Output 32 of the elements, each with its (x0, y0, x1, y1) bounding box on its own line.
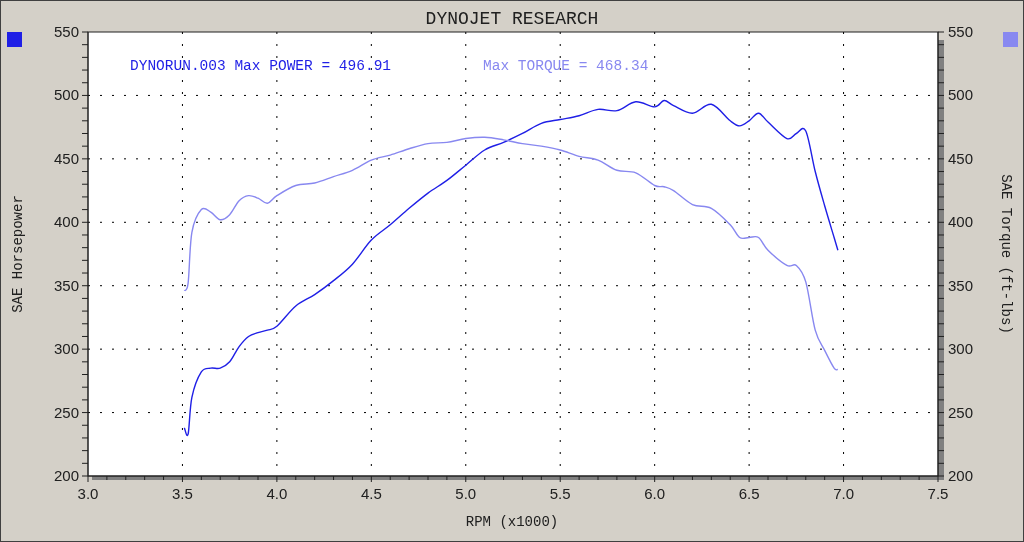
axis-tick-label: 5.5 (549, 485, 571, 502)
axis-tick-label: 4.5 (360, 485, 382, 502)
axis-tick-label: 7.0 (833, 485, 854, 502)
axis-tick-label: 6.5 (738, 485, 760, 502)
axis-tick-label: 250 (948, 403, 974, 421)
legend-label: Max TORQUE = 468.34 (483, 58, 649, 74)
axis-tick-label: 300 (53, 340, 79, 358)
axis-tick-label: 3.0 (77, 485, 99, 502)
axis-tick-label: 450 (948, 149, 974, 167)
axis-title: SAE Horsepower (10, 195, 26, 313)
axis-tick-label: 5.0 (455, 485, 477, 502)
axis-tick-label: 6.0 (644, 485, 666, 502)
axis-tick-label: 400 (53, 213, 79, 231)
axis-title: SAE Torque (ft-lbs) (998, 174, 1014, 334)
axis-tick-label: 550 (948, 23, 974, 40)
axis-tick-label: 4.0 (266, 485, 288, 502)
axis-tick-label: 300 (948, 340, 974, 358)
axis-tick-label: 3.5 (172, 485, 193, 502)
legend-label: DYNORUN.003 Max POWER = 496.91 (130, 58, 392, 74)
axis-tick-label: 550 (53, 23, 79, 40)
axis-tick-label: 500 (948, 86, 974, 104)
axis-tick-label: 250 (53, 403, 79, 421)
axis-tick-label: 350 (53, 276, 79, 294)
axis-tick-label: 450 (53, 149, 79, 167)
axis-tick-label: 7.5 (927, 485, 949, 502)
chart-title: DYNOJET RESEARCH (425, 9, 599, 29)
axis-tick-label: 500 (53, 86, 79, 104)
axis-title: RPM (x1000) (465, 514, 559, 530)
axis-tick-label: 400 (948, 213, 974, 231)
axis-tick-label: 350 (948, 276, 974, 294)
axis-tick-label: 200 (948, 467, 974, 484)
axis-tick-label: 200 (53, 467, 79, 484)
